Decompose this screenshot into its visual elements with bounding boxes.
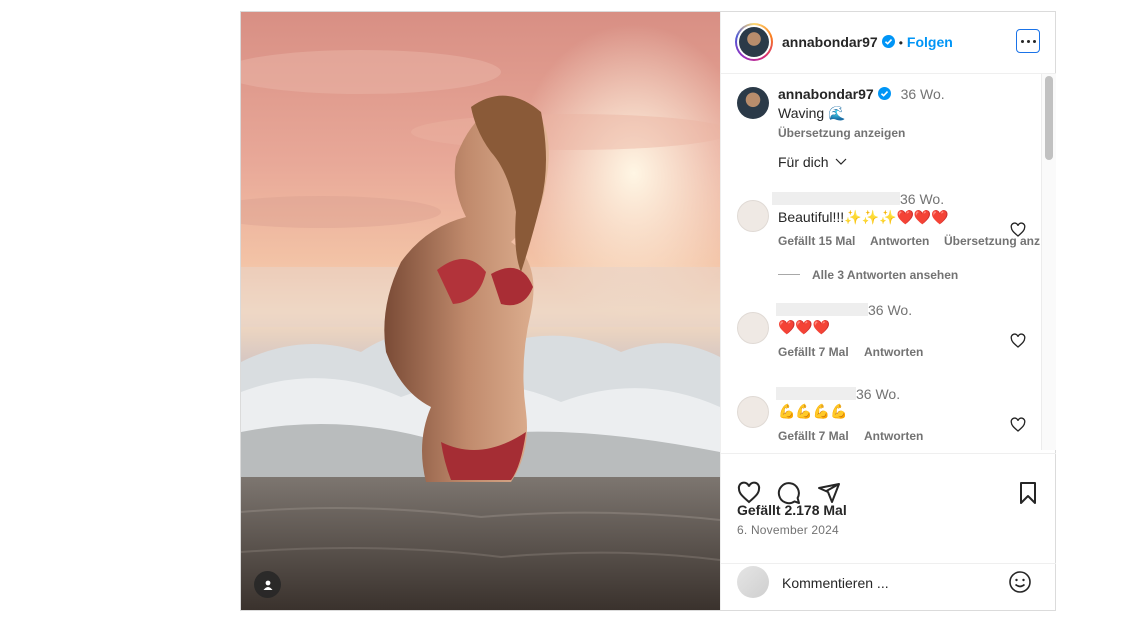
more-options-icon [1020,39,1024,43]
vertical-scrollbar[interactable] [1041,74,1056,450]
redacted-username [772,192,900,205]
comment-time[interactable]: 36 Wo. [900,191,944,207]
comment-filter-dropdown[interactable]: Für dich [778,154,847,170]
comment-avatar[interactable] [737,312,769,344]
username-link[interactable]: annabondar97 [782,34,878,50]
comment-likes[interactable]: Gefällt 7 Mal [778,429,849,443]
header-user: annabondar97 • Folgen [782,34,953,52]
comment-likes[interactable]: Gefällt 7 Mal [778,345,849,359]
comment-reply-button[interactable]: Antworten [864,345,923,359]
redacted-username [776,387,856,400]
comment-text: 💪💪💪💪 [778,403,848,419]
follow-button[interactable]: Folgen [907,34,953,50]
comment-reply-button[interactable]: Antworten [864,429,923,443]
comment-avatar[interactable] [737,200,769,232]
caption-header: annabondar97 36 Wo. [778,86,945,102]
post-dialog: annabondar97 • Folgen annabondar97 36 Wo. … [240,11,1056,611]
post-sidebar: annabondar97 • Folgen annabondar97 36 Wo. … [720,12,1056,610]
comment-header: 36 Wo. [772,191,944,207]
chevron-down-icon [836,158,847,165]
filter-label: Für dich [778,154,829,170]
view-replies-link[interactable]: Alle 3 Antworten ansehen [778,268,958,282]
post-photo[interactable] [241,12,720,610]
comment-input[interactable] [782,574,992,592]
redacted-username [776,303,868,316]
caption-username[interactable]: annabondar97 [778,86,874,102]
avatar[interactable] [735,23,773,61]
comment-header: 36 Wo. [776,302,912,318]
more-dot [1032,39,1036,43]
comment-header: 36 Wo. [776,386,900,402]
comment-time[interactable]: 36 Wo. [868,302,912,318]
comment-like-icon[interactable] [1010,222,1026,238]
scroll-thumb[interactable] [1045,76,1053,160]
caption-avatar[interactable] [737,87,769,119]
more-options-button[interactable] [1016,29,1040,53]
comment-text: Beautiful!!!✨✨✨❤️❤️❤️ [778,209,949,225]
likes-count[interactable]: Gefällt 2.178 Mal [737,502,847,518]
post-header: annabondar97 • Folgen [721,12,1056,74]
comments-list[interactable]: annabondar97 36 Wo. Waving 🌊 Übersetzung… [721,74,1056,452]
post-date[interactable]: 6. November 2024 [737,523,839,537]
tag-user-icon [263,580,272,590]
comment-likes[interactable]: Gefällt 15 Mal [778,234,855,248]
comment-time[interactable]: 36 Wo. [856,386,900,402]
beach-photo-image [241,12,720,610]
tag-user-button[interactable] [254,571,281,598]
caption-time[interactable]: 36 Wo. [901,86,945,102]
verified-icon [881,35,895,48]
caption-text: Waving 🌊 [778,105,846,121]
view-replies-label: Alle 3 Antworten ansehen [812,268,959,282]
comment-reply-button[interactable]: Antworten [870,234,929,248]
comment-text: ❤️❤️❤️ [778,319,831,335]
caption-translation-link[interactable]: Übersetzung anzeigen [778,126,905,140]
more-dot [1026,39,1030,43]
comment-bar [721,563,1056,611]
comment-avatar[interactable] [737,396,769,428]
replies-line [778,274,800,275]
my-avatar [737,566,769,598]
verified-icon [877,87,891,100]
comment-like-icon[interactable] [1010,417,1026,433]
separator-dot: • [898,36,903,50]
post-actions: Gefällt 2.178 Mal 6. November 2024 [721,453,1056,564]
comment-like-icon[interactable] [1010,333,1026,349]
save-icon[interactable] [1016,481,1040,505]
emoji-icon[interactable] [1008,570,1032,594]
